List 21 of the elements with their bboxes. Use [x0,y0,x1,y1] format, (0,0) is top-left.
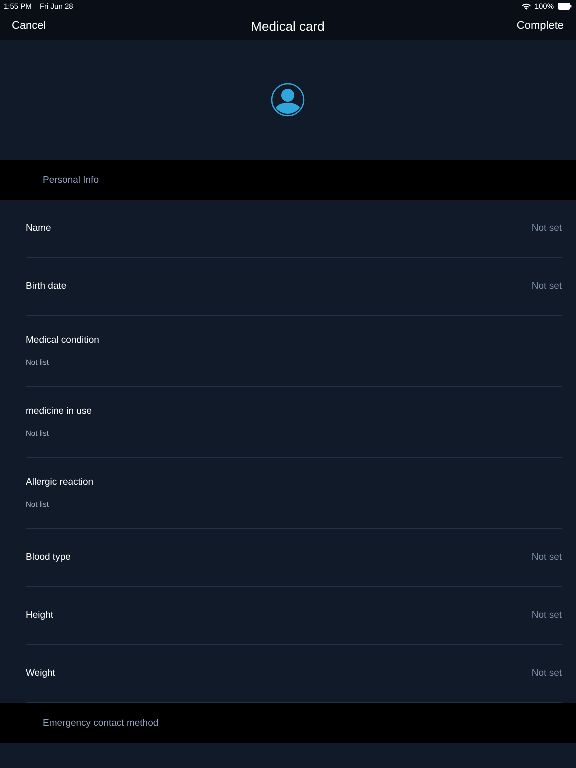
field-label: Weight [26,668,56,679]
wifi-icon [522,2,531,10]
field-value[interactable]: Not set [532,552,562,563]
field-value[interactable]: Not set [532,668,562,679]
page-title: Medical card [251,18,325,34]
cancel-button[interactable]: Cancel [12,20,46,32]
complete-button[interactable]: Complete [516,20,564,32]
field-label: Name [26,223,52,234]
field-value[interactable]: Not set [532,281,562,292]
field-value[interactable]: Not set [532,610,562,621]
field-label: medicine in use [26,406,92,417]
section-header: Personal Info [43,174,99,186]
field-label: Birth date [26,281,67,292]
field-label: Medical condition [26,335,100,346]
battery-icon [558,2,572,10]
field-label: Blood type [26,552,71,563]
field-value[interactable]: Not set [532,223,562,234]
field-label: Height [26,610,54,621]
section-header: Emergency contact method [43,718,159,728]
avatar-icon[interactable] [271,83,305,117]
field-label: Allergic reaction [26,477,94,488]
